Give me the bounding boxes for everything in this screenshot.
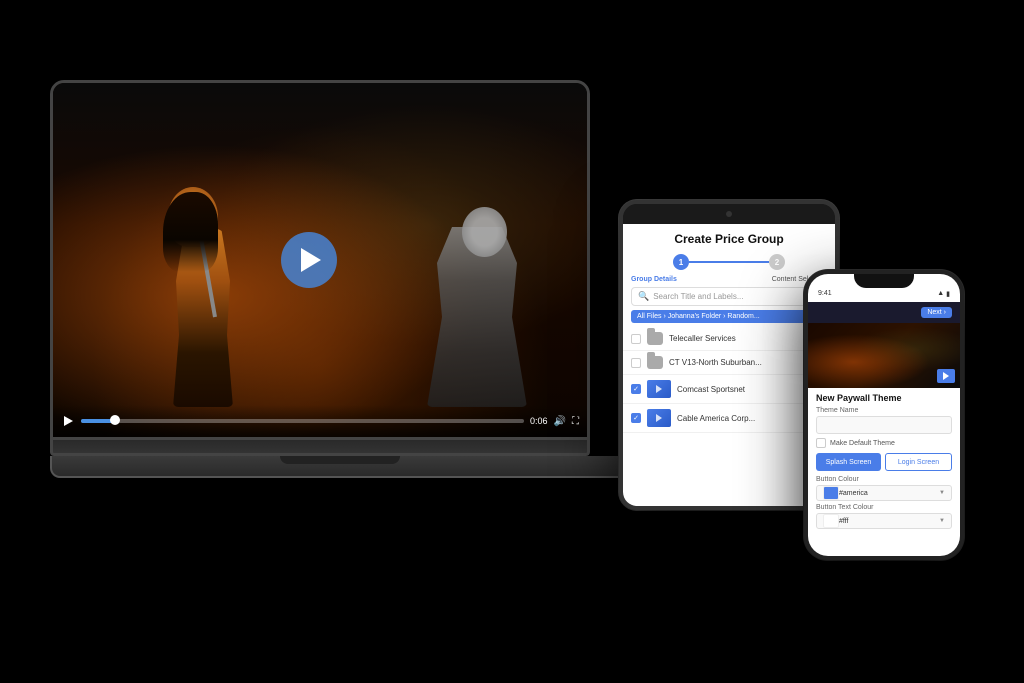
- tablet-camera: [726, 211, 732, 217]
- color-swatch: [823, 486, 839, 500]
- wifi-icon: ▲: [937, 290, 944, 298]
- laptop-video-player: 0:06 🔊 ⛶: [53, 83, 587, 437]
- video-progress-bar[interactable]: [81, 419, 524, 423]
- file-checkbox-1[interactable]: [631, 334, 641, 344]
- video-progress-fill: [81, 419, 116, 423]
- phone-video-thumbnail: [808, 323, 960, 388]
- phone-next-button[interactable]: Next ›: [921, 307, 952, 318]
- folder-icon: [647, 356, 663, 369]
- splash-screen-button[interactable]: Splash Screen: [816, 453, 881, 471]
- theme-name-input[interactable]: [816, 416, 952, 434]
- step-2-dot: 2: [769, 254, 785, 270]
- laptop-hinge: [280, 456, 400, 464]
- phone-play-icon: [943, 372, 949, 380]
- text-color-dropdown-value: #fff: [839, 518, 939, 525]
- tablet-breadcrumb[interactable]: All Files › Johanna's Folder › Random...: [631, 310, 827, 323]
- breadcrumb-text: All Files › Johanna's Folder › Random...: [637, 313, 760, 320]
- screen-type-buttons: Splash Screen Login Screen: [816, 453, 952, 471]
- video-time: 0:06: [530, 416, 548, 426]
- make-default-row: Make Default Theme: [816, 438, 952, 448]
- button-color-dropdown[interactable]: #america ▼: [816, 485, 952, 501]
- phone-video-play-button[interactable]: [937, 369, 955, 383]
- singer-figure: [153, 187, 273, 407]
- video-play-button[interactable]: [281, 232, 337, 288]
- thumb-play-icon: [656, 414, 662, 422]
- theme-name-label: Theme Name: [816, 407, 952, 414]
- laptop-base: [50, 456, 630, 478]
- battery-icon: ▮: [946, 290, 950, 298]
- file-checkbox-4[interactable]: [631, 413, 641, 423]
- fullscreen-icon[interactable]: ⛶: [572, 416, 579, 427]
- step-1-dot: 1: [673, 254, 689, 270]
- phone-paywall-section: New Paywall Theme Theme Name Make Defaul…: [808, 388, 960, 537]
- login-screen-button[interactable]: Login Screen: [885, 453, 952, 471]
- phone-status-icons: ▲ ▮: [937, 290, 950, 298]
- button-color-label: Button Colour: [816, 476, 952, 483]
- thumb-play-icon: [656, 385, 662, 393]
- make-default-label: Make Default Theme: [830, 440, 895, 447]
- phone-screen-content: 9:41 ▲ ▮ Next › New Paywall Theme: [808, 274, 960, 556]
- video-controls-bar: 0:06 🔊 ⛶: [53, 405, 587, 437]
- button-text-color-label: Button Text Colour: [816, 504, 952, 511]
- phone-header-bar: Next ›: [808, 302, 960, 323]
- phone-device: 9:41 ▲ ▮ Next › New Paywall Theme: [804, 270, 964, 560]
- control-play-icon: [64, 416, 73, 426]
- create-price-group-title: Create Price Group: [633, 232, 825, 246]
- phone-notch: [854, 274, 914, 288]
- laptop: 0:06 🔊 ⛶: [50, 80, 630, 520]
- singer-hair: [163, 192, 218, 272]
- phone-status-bar: 9:41 ▲ ▮: [808, 288, 960, 300]
- play-icon: [301, 248, 321, 272]
- search-placeholder: Search Title and Labels...: [653, 292, 743, 301]
- step-1-label: Group Details: [631, 276, 677, 283]
- video-thumbnail-4: [647, 409, 671, 427]
- volume-icon[interactable]: 🔊: [554, 416, 566, 427]
- tablet-search-bar[interactable]: 🔍 Search Title and Labels...: [631, 287, 827, 306]
- scene: 0:06 🔊 ⛶ Create Price Group 1: [0, 0, 1024, 683]
- phone-time: 9:41: [818, 290, 832, 298]
- button-text-color-dropdown[interactable]: #fff ▼: [816, 513, 952, 529]
- step-indicator: 1 2: [623, 250, 835, 274]
- control-play-button[interactable]: [61, 414, 75, 428]
- laptop-screen: 0:06 🔊 ⛶: [50, 80, 590, 440]
- laptop-bottom-bezel: [50, 440, 590, 456]
- folder-icon: [647, 332, 663, 345]
- search-icon: 🔍: [638, 291, 649, 302]
- tablet-header: Create Price Group: [623, 224, 835, 250]
- dropdown-arrow-icon-2: ▼: [939, 518, 945, 524]
- progress-dot: [110, 415, 120, 425]
- file-checkbox-2[interactable]: [631, 358, 641, 368]
- video-thumbnail-3: [647, 380, 671, 398]
- step-connector-line: [689, 261, 769, 263]
- tablet-top-bar: [623, 204, 835, 224]
- text-color-swatch: [823, 514, 839, 528]
- file-checkbox-3[interactable]: [631, 384, 641, 394]
- color-dropdown-value: #america: [839, 490, 939, 497]
- step-labels: Group Details Content Selection: [623, 276, 835, 283]
- guitarist-head: [462, 207, 507, 257]
- dropdown-arrow-icon: ▼: [939, 490, 945, 496]
- make-default-checkbox[interactable]: [816, 438, 826, 448]
- paywall-section-title: New Paywall Theme: [816, 393, 952, 403]
